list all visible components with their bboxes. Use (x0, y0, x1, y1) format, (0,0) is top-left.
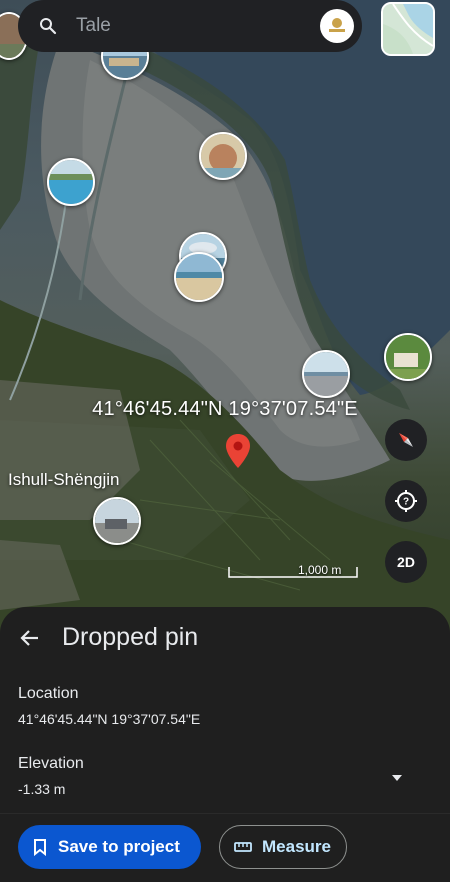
satellite-imagery (0, 0, 450, 640)
dropdown-arrow-icon[interactable] (390, 773, 404, 783)
compass-icon (399, 433, 413, 447)
search-bar[interactable] (18, 0, 362, 52)
photo-marker[interactable] (302, 350, 350, 398)
photo-marker[interactable] (93, 497, 141, 545)
save-to-project-button[interactable]: Save to project (18, 825, 201, 869)
save-button-label: Save to project (58, 837, 180, 856)
measure-button[interactable]: Measure (219, 825, 347, 869)
compass-button[interactable] (385, 419, 427, 461)
view-mode-toggle[interactable]: 2D (385, 541, 427, 583)
bottom-sheet: Dropped pin Location 41°46'45.44"N 19°37… (0, 607, 450, 882)
scale-label: 1,000 m (298, 563, 342, 577)
layers-thumbnail-icon (383, 4, 433, 54)
coordinates-label: 41°46'45.44"N 19°37'07.54"E (92, 398, 358, 420)
svg-text:?: ? (403, 497, 409, 508)
location-heading: Location (18, 685, 79, 702)
photo-marker[interactable] (47, 158, 95, 206)
search-input[interactable] (74, 14, 308, 38)
place-label: Ishull-Shëngjin (8, 470, 120, 489)
ruler-icon (234, 842, 252, 852)
divider (0, 813, 450, 814)
elevation-heading: Elevation (18, 755, 84, 772)
search-icon (28, 17, 68, 35)
avatar[interactable] (320, 9, 354, 43)
photo-marker[interactable] (384, 333, 432, 381)
photo-marker[interactable] (174, 252, 224, 302)
map-layers-button[interactable] (381, 2, 435, 56)
dropped-pin-icon[interactable] (226, 434, 250, 473)
my-location-button[interactable]: ? (385, 480, 427, 522)
sheet-title: Dropped pin (62, 623, 199, 651)
map-view[interactable]: 41°46'45.44"N 19°37'07.54"E Ishull-Shëng… (0, 0, 450, 640)
photo-marker[interactable] (199, 132, 247, 180)
elevation-value: -1.33 m (18, 781, 66, 797)
bookmark-icon (34, 839, 46, 856)
measure-button-label: Measure (262, 837, 331, 856)
back-arrow-icon[interactable] (18, 626, 42, 650)
location-value: 41°46'45.44"N 19°37'07.54"E (18, 711, 201, 727)
location-icon: ? (395, 490, 417, 512)
